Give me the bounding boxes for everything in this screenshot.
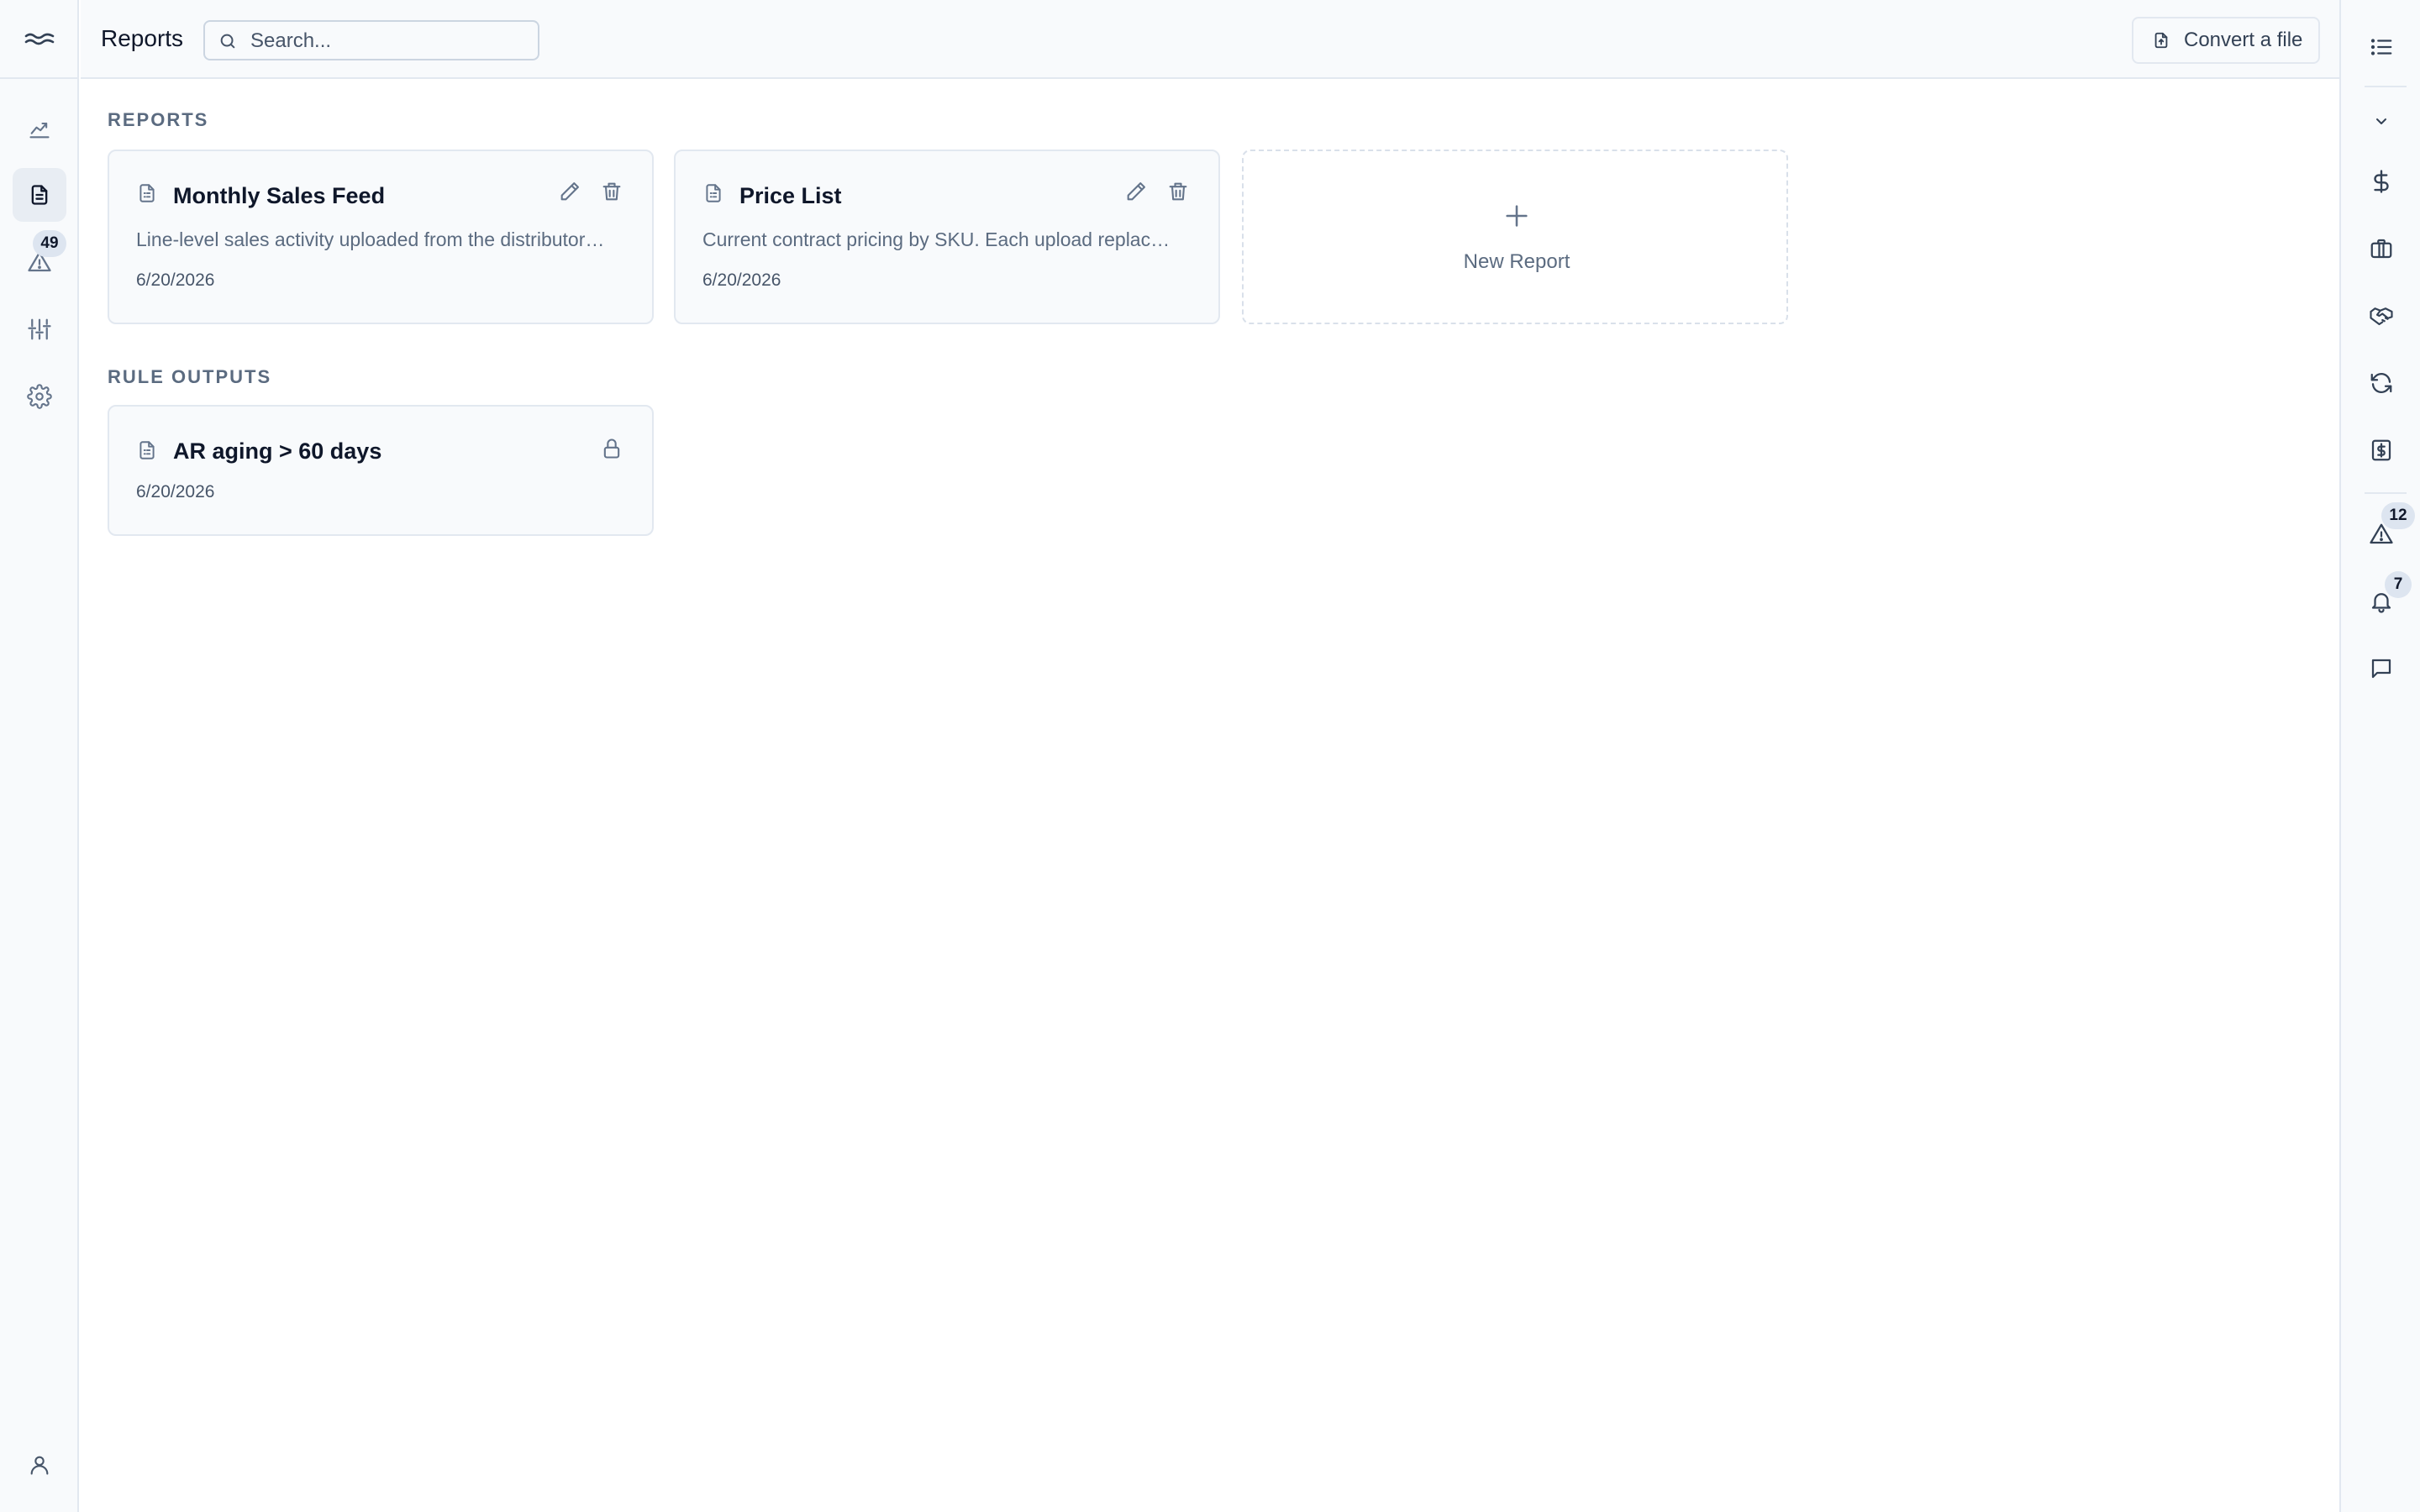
portfolio-button[interactable]: [2356, 223, 2407, 274]
report-card-price-list[interactable]: Price List Current contract pricing by S…: [674, 150, 1220, 324]
new-report-label: New Report: [1463, 250, 1570, 273]
rule-output-date: 6/20/2026: [136, 482, 215, 501]
dollar-icon: [2369, 169, 2394, 194]
rule-outputs-section-title: RULE OUTPUTS: [108, 366, 272, 387]
warnings-button[interactable]: 12: [2356, 502, 2415, 559]
report-title: Price List: [739, 183, 842, 208]
edit-icon[interactable]: [558, 180, 581, 203]
invoice-button[interactable]: [2356, 425, 2407, 475]
sidebar-item-alerts[interactable]: 49: [13, 230, 66, 289]
sync-button[interactable]: [2356, 358, 2407, 408]
notifications-count-badge: 7: [2385, 571, 2412, 598]
document-icon: [136, 181, 158, 205]
reports-section-title: REPORTS: [108, 109, 209, 130]
divider: [2365, 86, 2407, 87]
rule-output-card-ar-aging[interactable]: AR aging > 60 days 6/20/2026: [108, 405, 654, 536]
document-icon: [702, 181, 724, 205]
sidebar-item-settings[interactable]: [13, 370, 66, 423]
edit-icon[interactable]: [1124, 180, 1148, 203]
convert-file-label: Convert a file: [2184, 29, 2303, 51]
sidebar-item-reports[interactable]: [13, 168, 66, 222]
document-icon: [136, 438, 158, 462]
file-upload-icon: [2152, 30, 2170, 50]
list-icon: [2369, 34, 2394, 60]
trash-icon[interactable]: [600, 180, 623, 203]
gear-icon: [27, 384, 52, 409]
sidebar-item-analytics[interactable]: [13, 102, 66, 156]
chevron-down-icon: [2371, 111, 2391, 131]
briefcase-icon: [2369, 236, 2394, 261]
warnings-count-badge: 12: [2381, 502, 2415, 529]
report-description: Current contract pricing by SKU. Each up…: [702, 228, 1171, 250]
alerts-count-badge: 49: [33, 230, 66, 257]
report-date: 6/20/2026: [702, 270, 781, 290]
sidebar-item-rules[interactable]: [13, 302, 66, 356]
plus-icon: [1502, 202, 1531, 230]
app-logo[interactable]: [0, 0, 79, 79]
search-icon: [218, 32, 237, 50]
trash-icon[interactable]: [1166, 180, 1190, 203]
page-title: Reports: [101, 25, 184, 51]
report-card-monthly-sales[interactable]: Monthly Sales Feed Line-level sales acti…: [108, 150, 654, 324]
convert-file-button[interactable]: Convert a file: [2132, 17, 2320, 64]
report-date: 6/20/2026: [136, 270, 215, 290]
right-rail: 12 7: [2339, 0, 2420, 1512]
chat-icon: [2369, 656, 2394, 681]
notifications-button[interactable]: 7: [2356, 571, 2412, 627]
user-profile-button[interactable]: [13, 1438, 66, 1492]
refresh-icon: [2369, 370, 2394, 396]
top-bar: Reports Convert a file: [81, 0, 2339, 79]
list-button[interactable]: [2356, 22, 2407, 72]
lock-icon: [600, 437, 623, 460]
messages-button[interactable]: [2356, 643, 2407, 694]
deals-button[interactable]: [2356, 291, 2407, 341]
waves-logo-icon: [24, 30, 55, 47]
new-report-button[interactable]: New Report: [1242, 150, 1788, 324]
dollar-document-icon: [2369, 438, 2394, 463]
collapse-toggle[interactable]: [2356, 96, 2407, 146]
left-rail: 49: [0, 0, 79, 1512]
rule-output-title: AR aging > 60 days: [173, 438, 382, 464]
user-icon: [28, 1453, 51, 1477]
document-icon: [28, 183, 51, 207]
trend-chart-icon: [28, 118, 51, 141]
report-title: Monthly Sales Feed: [173, 183, 386, 208]
sliders-icon: [27, 317, 52, 342]
handshake-icon: [2368, 303, 2395, 328]
pricing-button[interactable]: [2356, 156, 2407, 207]
search-input[interactable]: [250, 29, 528, 54]
report-description: Line-level sales activity uploaded from …: [136, 228, 605, 250]
search-box[interactable]: [203, 20, 539, 60]
divider: [2365, 492, 2407, 494]
